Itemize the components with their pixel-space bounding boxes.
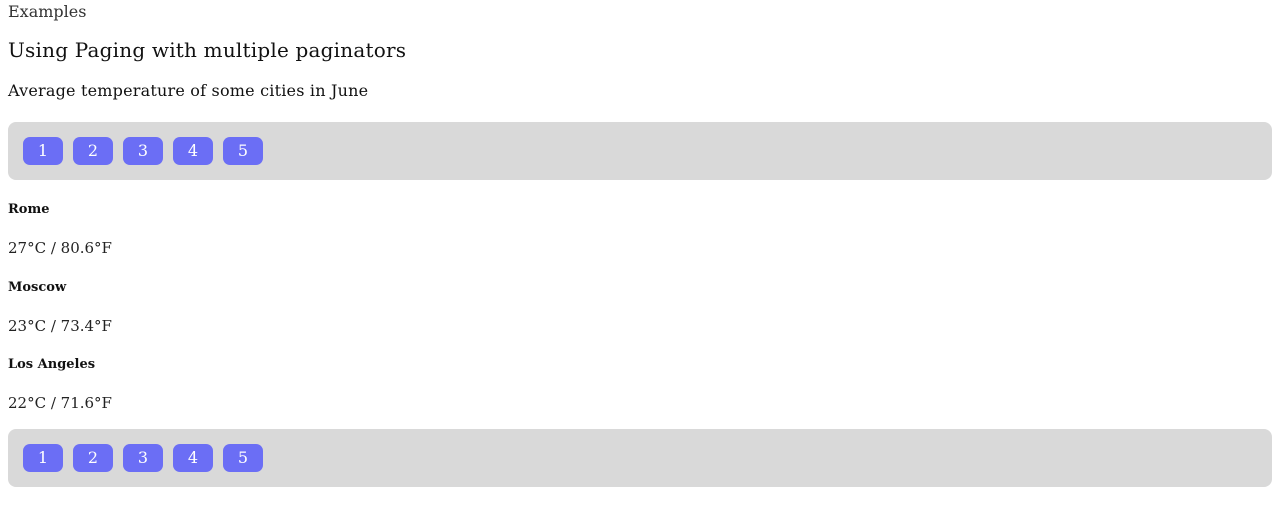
page-button-4[interactable]: 4 bbox=[173, 137, 213, 165]
paginator-bottom: 1 2 3 4 5 bbox=[8, 429, 1272, 487]
page-title: Using Paging with multiple paginators bbox=[8, 38, 407, 62]
page: Examples Using Paging with multiple pagi… bbox=[0, 0, 1280, 505]
page-button-5[interactable]: 5 bbox=[223, 444, 263, 472]
page-button-4[interactable]: 4 bbox=[173, 444, 213, 472]
page-button-5[interactable]: 5 bbox=[223, 137, 263, 165]
page-button-1[interactable]: 1 bbox=[23, 444, 63, 472]
page-subtitle: Average temperature of some cities in Ju… bbox=[8, 81, 369, 100]
city-temp-moscow: 23°C / 73.4°F bbox=[8, 317, 112, 335]
page-buttons: 1 2 3 4 5 bbox=[23, 137, 263, 165]
page-button-2[interactable]: 2 bbox=[73, 444, 113, 472]
city-name-rome: Rome bbox=[8, 202, 50, 217]
city-temp-rome: 27°C / 80.6°F bbox=[8, 239, 112, 257]
page-buttons: 1 2 3 4 5 bbox=[23, 444, 263, 472]
city-name-moscow: Moscow bbox=[8, 280, 67, 295]
page-button-1[interactable]: 1 bbox=[23, 137, 63, 165]
paginator-top: 1 2 3 4 5 bbox=[8, 122, 1272, 180]
page-button-2[interactable]: 2 bbox=[73, 137, 113, 165]
page-button-3[interactable]: 3 bbox=[123, 444, 163, 472]
page-button-3[interactable]: 3 bbox=[123, 137, 163, 165]
city-temp-los-angeles: 22°C / 71.6°F bbox=[8, 394, 112, 412]
breadcrumb[interactable]: Examples bbox=[8, 2, 86, 22]
city-name-los-angeles: Los Angeles bbox=[8, 357, 96, 372]
